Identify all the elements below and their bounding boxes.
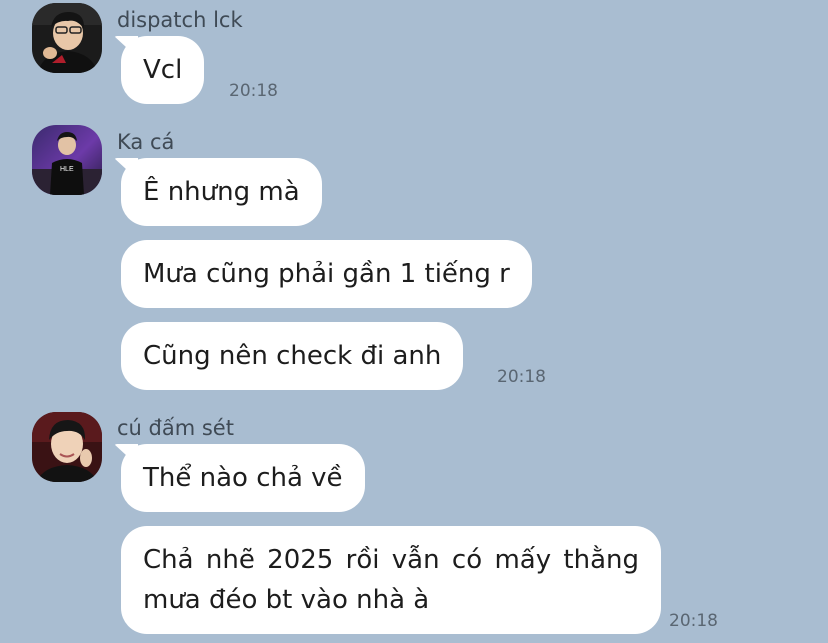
svg-text:HLE: HLE xyxy=(60,166,74,173)
avatar[interactable] xyxy=(32,3,102,73)
sender-name: Ka cá xyxy=(117,130,175,154)
sender-name: cú đấm sét xyxy=(117,416,234,440)
sender-name: dispatch lck xyxy=(117,8,243,32)
message-bubble[interactable]: Vcl xyxy=(121,36,205,104)
message-bubble[interactable]: Chả nhẽ 2025 rồi vẫn có mấy thằng mưa đé… xyxy=(121,526,661,634)
message-timestamp: 20:18 xyxy=(229,81,278,101)
avatar-photo-icon xyxy=(32,3,102,73)
avatar-photo-icon xyxy=(32,412,102,482)
avatar-photo-icon: HLE xyxy=(32,125,102,195)
avatar[interactable] xyxy=(32,412,102,482)
message-bubble[interactable]: Mưa cũng phải gần 1 tiếng r xyxy=(121,240,532,308)
message-bubble[interactable]: Cũng nên check đi anh xyxy=(121,322,464,390)
message-timestamp: 20:18 xyxy=(497,367,546,387)
message-bubble[interactable]: Thể nào chả về xyxy=(121,444,365,512)
avatar[interactable]: HLE xyxy=(32,125,102,195)
message-bubble[interactable]: Ê nhưng mà xyxy=(121,158,322,226)
message-timestamp: 20:18 xyxy=(669,611,718,631)
